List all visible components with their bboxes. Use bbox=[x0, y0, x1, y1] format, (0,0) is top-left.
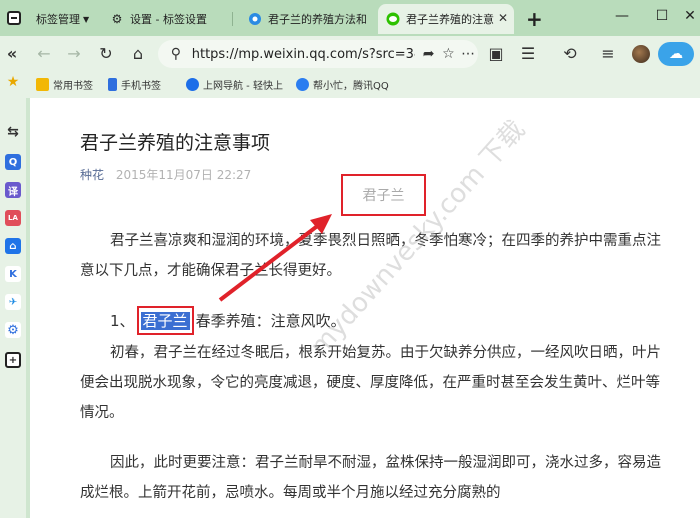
translate-icon[interactable]: 译 bbox=[5, 182, 21, 198]
phone-icon bbox=[108, 78, 117, 91]
reading-list-icon[interactable]: ☰ bbox=[518, 44, 538, 63]
forward-icon[interactable]: → bbox=[64, 44, 84, 63]
tab-label: 君子兰的养殖方法和 bbox=[268, 13, 367, 26]
bookmark-label: 帮小忙，腾讯QQ bbox=[313, 81, 389, 92]
bookmark-bar: ★ 常用书签 手机书签 上网导航 - 轻快上 帮小忙，腾讯QQ bbox=[0, 72, 700, 98]
bookmark-item[interactable]: 帮小忙，腾讯QQ bbox=[296, 77, 389, 92]
star-bookmark-icon[interactable]: ★ bbox=[3, 74, 23, 90]
search-icon: ⚲ bbox=[170, 46, 181, 62]
history-icon[interactable]: ⟲ bbox=[560, 44, 580, 63]
bookmark-label: 上网导航 - 轻快上 bbox=[203, 81, 283, 92]
address-bar[interactable]: ⚲ https://mp.weixin.qq.com/s?src=3&t ➦ ☆… bbox=[158, 40, 478, 68]
cloud-sync-icon[interactable]: ☁ bbox=[658, 42, 694, 66]
search-app-icon[interactable]: Q bbox=[5, 154, 21, 170]
wechat-icon bbox=[386, 12, 400, 26]
article-content: 君子兰养殖的注意事项 种花 2015年11月07日 22:27 君子兰 君子兰喜… bbox=[30, 98, 700, 518]
bookmark-item[interactable]: 常用书签 bbox=[36, 77, 93, 92]
share-icon[interactable]: ➦ bbox=[419, 46, 439, 62]
tab-separator bbox=[232, 12, 233, 26]
tab-article-active[interactable]: 君子兰养殖的注意 ✕ bbox=[378, 4, 514, 34]
close-window-icon[interactable]: ✕ bbox=[680, 8, 700, 24]
bookmark-item[interactable]: 手机书签 bbox=[108, 77, 161, 92]
bookmark-item[interactable]: 上网导航 - 轻快上 bbox=[186, 77, 283, 92]
menu-icon[interactable]: ≡ bbox=[598, 44, 618, 63]
url-text[interactable]: https://mp.weixin.qq.com/s?src=3&t bbox=[192, 47, 415, 62]
add-icon[interactable]: + bbox=[5, 352, 21, 368]
bookmark-label: 常用书签 bbox=[53, 81, 93, 92]
tab-article-methods[interactable]: 君子兰的养殖方法和 bbox=[240, 4, 370, 34]
reload-icon[interactable]: ↻ bbox=[96, 44, 116, 63]
app-icon[interactable]: LA bbox=[5, 210, 21, 226]
red-arrow-annotation bbox=[218, 214, 332, 302]
close-tab-icon[interactable]: ✕ bbox=[498, 11, 508, 25]
tab-tab-manager[interactable]: 标签管理 ▼ bbox=[28, 4, 98, 34]
tab-label: 标签管理 bbox=[36, 13, 80, 26]
nav-icon bbox=[186, 78, 199, 91]
tab-label: 君子兰养殖的注意 bbox=[406, 13, 494, 26]
workspace-icon[interactable] bbox=[4, 8, 24, 28]
bird-icon[interactable]: ✈ bbox=[5, 294, 21, 310]
tab-label: 设置 - 标签设置 bbox=[130, 13, 207, 26]
minimize-icon[interactable]: — bbox=[612, 8, 632, 24]
tab-settings[interactable]: ⚙ 设置 - 标签设置 bbox=[102, 4, 222, 34]
k-app-icon[interactable]: K bbox=[5, 266, 21, 282]
more-icon[interactable]: ⋯ bbox=[458, 46, 478, 62]
avatar[interactable] bbox=[632, 45, 650, 63]
chevron-down-icon[interactable]: ▼ bbox=[83, 15, 89, 24]
swap-icon[interactable]: ⇆ bbox=[5, 124, 21, 140]
collapse-sidebar-icon[interactable]: « bbox=[2, 44, 22, 63]
tab-strip: 标签管理 ▼ ⚙ 设置 - 标签设置 君子兰的养殖方法和 君子兰养殖的注意 ✕ … bbox=[0, 0, 700, 36]
bookmark-label: 手机书签 bbox=[121, 81, 161, 92]
new-tab-button[interactable]: + bbox=[526, 7, 543, 31]
toolbar: « ← → ↻ ⌂ ⚲ https://mp.weixin.qq.com/s?s… bbox=[0, 36, 700, 72]
collections-icon[interactable]: ▣ bbox=[486, 44, 506, 63]
sidebar: ⇆ Q 译 LA ⌂ K ✈ ⚙ + bbox=[0, 98, 26, 518]
gear-icon: ⚙ bbox=[111, 12, 123, 26]
gear-icon[interactable]: ⚙ bbox=[5, 322, 21, 338]
back-icon[interactable]: ← bbox=[34, 44, 54, 63]
home-app-icon[interactable]: ⌂ bbox=[5, 238, 21, 254]
folder-icon bbox=[36, 78, 49, 91]
home-icon[interactable]: ⌂ bbox=[128, 44, 148, 63]
star-icon[interactable]: ☆ bbox=[439, 46, 459, 62]
maximize-icon[interactable]: ☐ bbox=[652, 8, 672, 24]
qq-icon bbox=[296, 78, 309, 91]
browser-page-icon bbox=[248, 12, 262, 26]
